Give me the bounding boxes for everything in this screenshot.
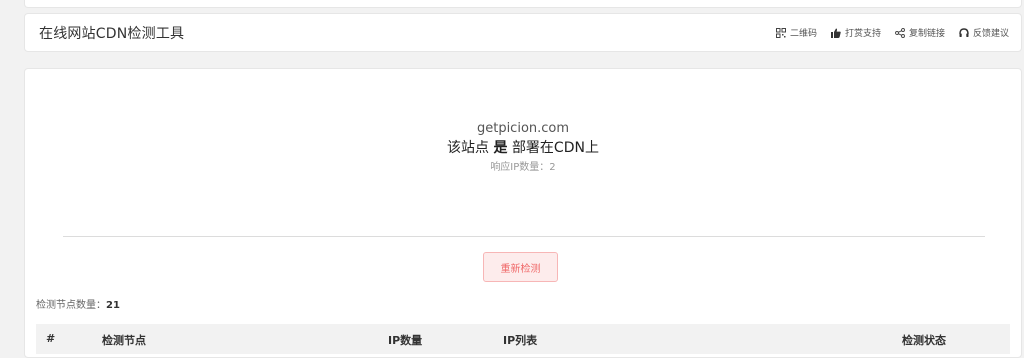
divider <box>63 236 985 237</box>
donate-label: 打赏支持 <box>844 29 881 39</box>
feedback-button[interactable]: 反馈建议 <box>959 26 1009 39</box>
header-bar: 在线网站CDN检测工具 二维码 打赏支持 复制链接 反馈建议 <box>24 13 1022 52</box>
thumbs-up-icon <box>830 28 841 38</box>
column-header-ip-list: IP列表 <box>503 334 538 347</box>
header-actions: 二维码 打赏支持 复制链接 反馈建议 <box>775 26 1009 39</box>
feedback-icon <box>959 27 969 38</box>
ip-count: 响应IP数量：2 <box>25 158 1021 178</box>
status-suffix: 部署在CDN上 <box>511 140 599 156</box>
page-title: 在线网站CDN检测工具 <box>39 25 185 42</box>
donate-button[interactable]: 打赏支持 <box>830 26 881 39</box>
retest-button[interactable]: 重新检测 <box>483 252 558 282</box>
qrcode-label: 二维码 <box>789 29 817 39</box>
share-icon <box>895 27 905 38</box>
status-prefix: 该站点 <box>447 140 490 156</box>
copy-link-label: 复制链接 <box>908 29 945 39</box>
top-strip <box>24 0 1022 8</box>
domain-text: getpicion.com <box>476 121 570 136</box>
feedback-label: 反馈建议 <box>972 29 1009 39</box>
ip-count-value: 2 <box>549 162 556 173</box>
qrcode-icon <box>775 27 786 38</box>
copy-link-button[interactable]: 复制链接 <box>895 26 945 39</box>
cdn-status-text: 该站点 是 部署在CDN上 <box>25 138 1021 158</box>
ip-count-label: 响应IP数量： <box>490 162 550 173</box>
node-count-label: 检测节点数量： <box>36 300 106 311</box>
result-summary: getpicion.com 该站点 是 部署在CDN上 响应IP数量：2 <box>25 120 1021 178</box>
column-header-index: # <box>46 332 56 345</box>
column-header-ip-count: IP数量 <box>388 334 423 347</box>
table-header: # 检测节点 IP数量 IP列表 检测状态 <box>36 324 1010 354</box>
result-card: getpicion.com 该站点 是 部署在CDN上 响应IP数量：2 重新检… <box>24 68 1022 358</box>
qrcode-button[interactable]: 二维码 <box>775 26 817 39</box>
node-count-value: 21 <box>106 300 120 311</box>
status-value: 是 <box>493 140 508 156</box>
column-header-node: 检测节点 <box>102 334 146 347</box>
column-header-status: 检测状态 <box>902 334 946 347</box>
node-count: 检测节点数量：21 <box>36 296 120 311</box>
